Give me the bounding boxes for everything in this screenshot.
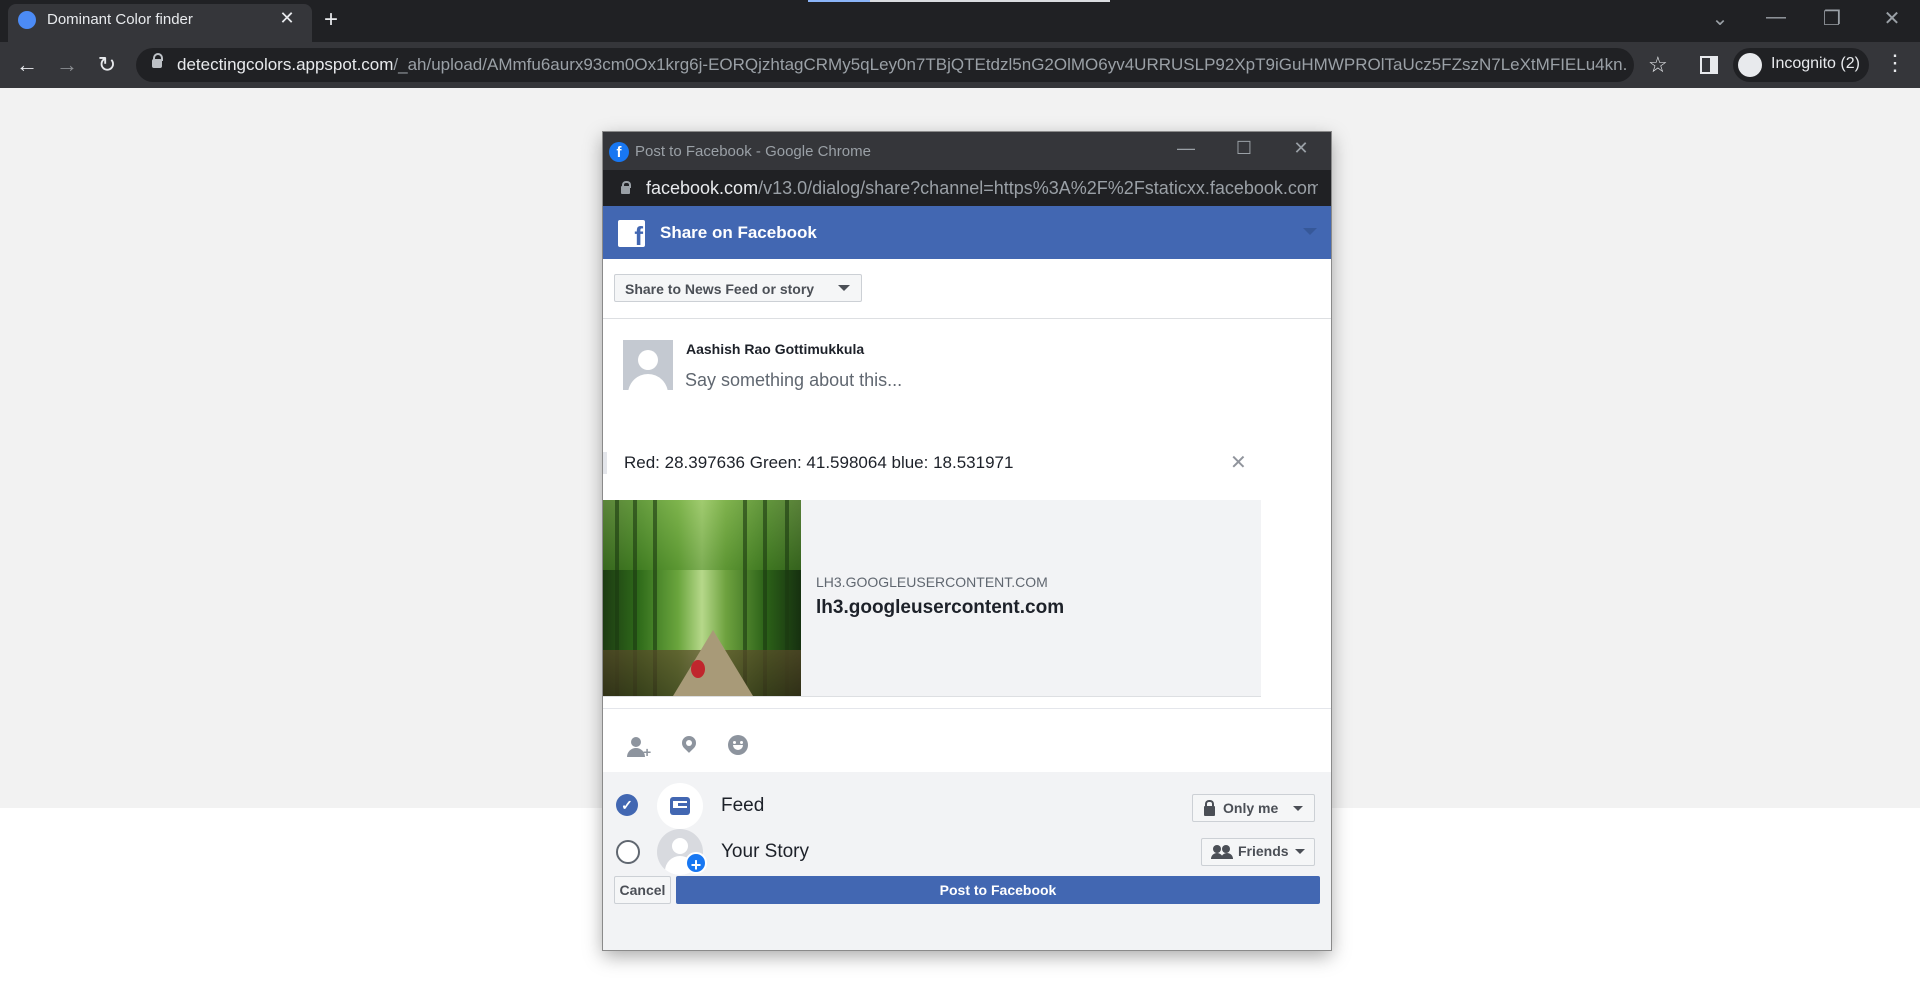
quote-bar bbox=[603, 452, 607, 474]
facebook-icon: f bbox=[618, 220, 645, 247]
chevron-down-icon bbox=[838, 285, 850, 291]
side-panel-icon[interactable] bbox=[1700, 56, 1718, 74]
menu-icon[interactable]: ⋮ bbox=[1884, 50, 1906, 76]
story-radio[interactable] bbox=[616, 840, 640, 864]
incognito-icon bbox=[1738, 53, 1762, 77]
popup-maximize-icon[interactable]: ☐ bbox=[1229, 138, 1259, 159]
restore-icon[interactable]: ❐ bbox=[1812, 6, 1852, 31]
incognito-label: Incognito (2) bbox=[1771, 55, 1860, 72]
popup-close-icon[interactable]: ✕ bbox=[1286, 138, 1316, 159]
quote-text: Red: 28.397636 Green: 41.598064 blue: 18… bbox=[624, 453, 1014, 472]
share-target-label: Share to News Feed or story bbox=[625, 281, 815, 297]
chevron-down-icon[interactable] bbox=[1303, 228, 1317, 235]
friends-icon bbox=[1211, 845, 1233, 859]
remove-quote-icon[interactable]: ✕ bbox=[1230, 450, 1247, 475]
forward-icon[interactable]: → bbox=[52, 52, 82, 78]
popup-url-text: facebook.com/v13.0/dialog/share?channel=… bbox=[646, 178, 1318, 198]
lock-icon bbox=[621, 181, 631, 194]
user-name: Aashish Rao Gottimukkula bbox=[686, 341, 865, 357]
feed-privacy-label: Only me bbox=[1223, 800, 1279, 816]
star-icon[interactable]: ☆ bbox=[1648, 52, 1668, 78]
feed-label: Feed bbox=[721, 795, 765, 816]
composer-input[interactable]: Say something about this... bbox=[685, 370, 902, 391]
facebook-icon: f bbox=[609, 142, 629, 162]
lock-icon[interactable] bbox=[152, 53, 163, 68]
preview-thumbnail bbox=[603, 500, 801, 696]
close-icon[interactable]: ✕ bbox=[276, 8, 298, 29]
minimize-icon[interactable]: — bbox=[1756, 6, 1796, 29]
feeling-icon[interactable] bbox=[728, 735, 748, 755]
popup-minimize-icon[interactable]: — bbox=[1171, 138, 1201, 159]
reload-icon[interactable]: ↻ bbox=[92, 52, 122, 78]
checkmark-icon[interactable]: ✓ bbox=[616, 794, 638, 816]
lock-icon bbox=[1204, 800, 1215, 816]
new-tab-icon[interactable]: + bbox=[324, 6, 338, 34]
preview-domain: LH3.GOOGLEUSERCONTENT.COM bbox=[816, 574, 1048, 590]
chevron-down-icon bbox=[1295, 849, 1305, 854]
facebook-share-popup: f Post to Facebook - Google Chrome — ☐ ✕… bbox=[603, 132, 1331, 950]
avatar bbox=[623, 340, 673, 390]
popup-window-title: Post to Facebook - Google Chrome bbox=[635, 143, 871, 160]
post-to-facebook-button[interactable]: Post to Facebook bbox=[676, 876, 1320, 904]
back-icon[interactable]: ← bbox=[12, 52, 42, 78]
divider bbox=[603, 318, 1331, 319]
divider bbox=[603, 708, 1331, 709]
tab-title: Dominant Color finder bbox=[47, 11, 193, 28]
tag-friends-icon[interactable]: + bbox=[627, 736, 651, 760]
story-privacy-label: Friends bbox=[1238, 843, 1289, 859]
url-text[interactable]: detectingcolors.appspot.com/_ah/upload/A… bbox=[177, 55, 1627, 75]
preview-title: lh3.googleusercontent.com bbox=[816, 597, 1065, 618]
share-header-title: Share on Facebook bbox=[660, 223, 817, 242]
chevron-down-icon bbox=[1293, 806, 1303, 811]
window-close-icon[interactable]: ✕ bbox=[1872, 6, 1912, 31]
location-icon[interactable] bbox=[679, 733, 699, 753]
tab-search-icon[interactable]: ⌄ bbox=[1700, 6, 1740, 31]
cancel-button[interactable]: Cancel bbox=[614, 876, 671, 904]
tab-strip-indicator-active bbox=[808, 0, 870, 2]
plus-icon: + bbox=[685, 852, 707, 875]
chrome-favicon bbox=[18, 11, 36, 29]
feed-icon bbox=[670, 797, 690, 815]
story-label: Your Story bbox=[721, 841, 810, 862]
